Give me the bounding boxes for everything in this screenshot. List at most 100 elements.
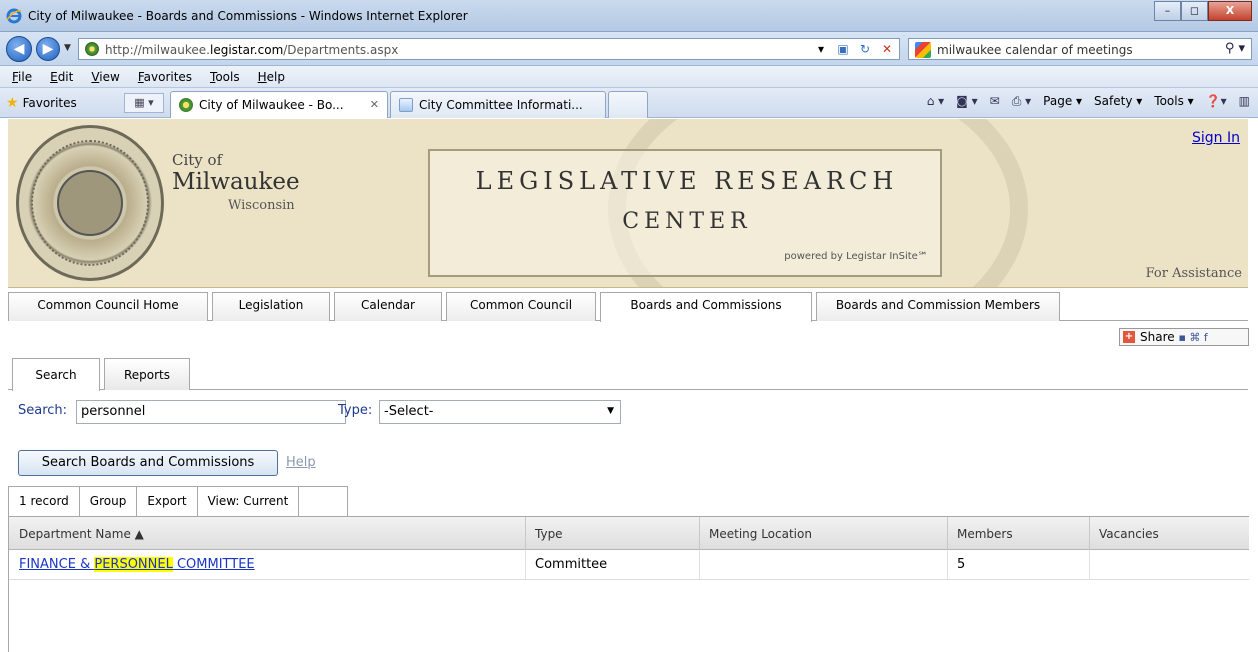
site-title-line2: CENTER bbox=[622, 209, 752, 234]
record-count: 1 record bbox=[9, 487, 80, 516]
help-link[interactable]: Help bbox=[286, 455, 316, 470]
browser-tab-other[interactable]: City Committee Informati... bbox=[390, 91, 606, 118]
search-query[interactable]: milwaukee calendar of meetings bbox=[937, 43, 1133, 57]
tab-search[interactable]: Search bbox=[12, 358, 100, 391]
main-nav-tabs: Common Council Home Legislation Calendar… bbox=[8, 289, 1248, 322]
close-window-button[interactable]: X bbox=[1208, 1, 1252, 21]
address-bar-row: ◀ ▶ ▼ http://milwaukee.legistar.com/Depa… bbox=[0, 32, 1258, 66]
tab-common-council-home[interactable]: Common Council Home bbox=[8, 292, 208, 321]
grid-header: Department Name ▲ Type Meeting Location … bbox=[9, 516, 1249, 550]
col-department-name[interactable]: Department Name ▲ bbox=[19, 527, 144, 541]
address-dropdown-icon[interactable]: ▾ bbox=[813, 41, 829, 57]
type-cell: Committee bbox=[535, 557, 608, 572]
col-meeting-location[interactable]: Meeting Location bbox=[709, 527, 812, 541]
mail-icon[interactable]: ✉ bbox=[990, 94, 1000, 109]
menu-bar: File Edit View Favorites Tools Help bbox=[0, 66, 1258, 88]
history-dropdown-icon[interactable]: ▼ bbox=[64, 43, 71, 53]
group-button[interactable]: Group bbox=[80, 487, 138, 516]
table-row: FINANCE & PERSONNEL COMMITTEE Committee … bbox=[9, 550, 1249, 580]
feeds-icon[interactable]: ◙ ▾ bbox=[956, 94, 977, 109]
maximize-button[interactable]: ◻ bbox=[1181, 1, 1208, 21]
safety-menu[interactable]: Safety ▾ bbox=[1094, 94, 1142, 109]
share-button[interactable]: + Share ▪ ⌘ f bbox=[1119, 328, 1249, 346]
star-icon: ★ bbox=[6, 95, 19, 111]
city-name: Milwaukee bbox=[172, 169, 300, 195]
menu-favorites[interactable]: Favorites bbox=[138, 66, 192, 87]
address-url[interactable]: http://milwaukee.legistar.com/Department… bbox=[105, 43, 398, 57]
forward-button[interactable]: ▶ bbox=[36, 37, 60, 61]
menu-view[interactable]: View bbox=[91, 66, 119, 87]
search-form: Search: personnel Type: -Select- ▼ bbox=[18, 400, 718, 424]
col-type[interactable]: Type bbox=[535, 527, 563, 541]
department-link-cell: FINANCE & PERSONNEL COMMITTEE bbox=[19, 557, 255, 572]
minimize-button[interactable]: – bbox=[1154, 1, 1181, 21]
tab-calendar[interactable]: Calendar bbox=[334, 292, 442, 321]
address-bar[interactable]: http://milwaukee.legistar.com/Department… bbox=[78, 38, 900, 60]
for-assistance-link[interactable]: For Assistance bbox=[1146, 266, 1242, 281]
powered-by-label: powered by Legistar InSite℠ bbox=[784, 251, 928, 262]
browser-tab-active[interactable]: City of Milwaukee - Bo... ✕ bbox=[170, 91, 388, 118]
favorites-button[interactable]: ★ Favorites bbox=[6, 95, 77, 111]
google-icon bbox=[915, 42, 931, 58]
back-button[interactable]: ◀ bbox=[6, 36, 32, 62]
site-title-box: LEGISLATIVE RESEARCH CENTER powered by L… bbox=[428, 149, 942, 277]
share-plus-icon: + bbox=[1123, 331, 1135, 343]
site-banner: City of Milwaukee Wisconsin LEGISLATIVE … bbox=[8, 119, 1248, 288]
chevron-down-icon: ▼ bbox=[607, 406, 614, 416]
site-title-line1: LEGISLATIVE RESEARCH bbox=[475, 167, 899, 195]
help-icon[interactable]: ❓▾ bbox=[1206, 94, 1227, 109]
menu-tools[interactable]: Tools bbox=[210, 66, 240, 87]
command-bar: ⌂ ▾ ◙ ▾ ✉ ⎙ ▾ Page ▾ Safety ▾ Tools ▾ ❓▾… bbox=[927, 94, 1250, 109]
tab-bar: ★ Favorites ▦ ▾ City of Milwaukee - Bo...… bbox=[0, 88, 1258, 118]
tab-page-icon bbox=[399, 98, 413, 112]
results-grid: Department Name ▲ Type Meeting Location … bbox=[8, 516, 1249, 652]
department-link[interactable]: FINANCE & PERSONNEL COMMITTEE bbox=[19, 557, 255, 572]
search-input[interactable]: personnel bbox=[76, 400, 346, 424]
view-current-button[interactable]: View: Current bbox=[198, 487, 300, 516]
tab-boards-and-commissions[interactable]: Boards and Commissions bbox=[600, 292, 812, 322]
stop-icon[interactable]: ✕ bbox=[879, 41, 895, 57]
type-select[interactable]: -Select- ▼ bbox=[379, 400, 621, 424]
new-tab-button[interactable] bbox=[608, 91, 648, 118]
window-title-bar: City of Milwaukee - Boards and Commissio… bbox=[0, 0, 1258, 32]
tab-common-council[interactable]: Common Council bbox=[446, 292, 596, 321]
search-label: Search: bbox=[18, 403, 68, 418]
print-icon[interactable]: ⎙ ▾ bbox=[1012, 94, 1031, 109]
tab-boards-and-commission-members[interactable]: Boards and Commission Members bbox=[816, 292, 1060, 321]
search-highlight: PERSONNEL bbox=[94, 557, 173, 572]
search-box[interactable]: milwaukee calendar of meetings ⚲ ▾ bbox=[908, 38, 1252, 60]
quick-tabs-button[interactable]: ▦ ▾ bbox=[124, 93, 164, 113]
address-actions: ▾ ▣ ↻ ✕ bbox=[813, 41, 895, 57]
city-seal-logo bbox=[16, 125, 164, 281]
refresh-icon[interactable]: ↻ bbox=[857, 41, 873, 57]
tools-menu[interactable]: Tools ▾ bbox=[1154, 94, 1193, 109]
tab-legislation[interactable]: Legislation bbox=[212, 292, 330, 321]
city-of-label: City of bbox=[172, 151, 223, 169]
page-menu[interactable]: Page ▾ bbox=[1043, 94, 1082, 109]
search-sub-tabs: Search Reports bbox=[8, 356, 1248, 391]
sign-in-link[interactable]: Sign In bbox=[1192, 130, 1240, 146]
export-button[interactable]: Export bbox=[137, 487, 198, 516]
menu-edit[interactable]: Edit bbox=[50, 66, 73, 87]
home-icon[interactable]: ⌂ ▾ bbox=[927, 94, 944, 109]
menu-help[interactable]: Help bbox=[258, 66, 285, 87]
research-icon[interactable]: ▥ bbox=[1239, 94, 1250, 109]
type-label: Type: bbox=[338, 403, 373, 418]
share-label: Share bbox=[1140, 330, 1175, 344]
compatibility-view-icon[interactable]: ▣ bbox=[835, 41, 851, 57]
search-boards-button[interactable]: Search Boards and Commissions bbox=[18, 450, 278, 476]
tab-reports[interactable]: Reports bbox=[104, 358, 190, 390]
ie-logo-icon bbox=[6, 8, 22, 24]
col-vacancies[interactable]: Vacancies bbox=[1099, 527, 1159, 541]
col-members[interactable]: Members bbox=[957, 527, 1013, 541]
tab-favicon-icon bbox=[179, 98, 193, 112]
social-icons: ▪ ⌘ f bbox=[1178, 331, 1208, 344]
menu-file[interactable]: File bbox=[12, 66, 32, 87]
search-icon[interactable]: ⚲ ▾ bbox=[1225, 41, 1245, 56]
members-cell: 5 bbox=[957, 557, 966, 572]
tab-close-icon[interactable]: ✕ bbox=[370, 98, 379, 111]
window-title: City of Milwaukee - Boards and Commissio… bbox=[28, 9, 468, 23]
state-label: Wisconsin bbox=[228, 198, 295, 213]
site-favicon-icon bbox=[85, 42, 99, 56]
grid-toolbar: 1 record Group Export View: Current bbox=[8, 486, 348, 516]
